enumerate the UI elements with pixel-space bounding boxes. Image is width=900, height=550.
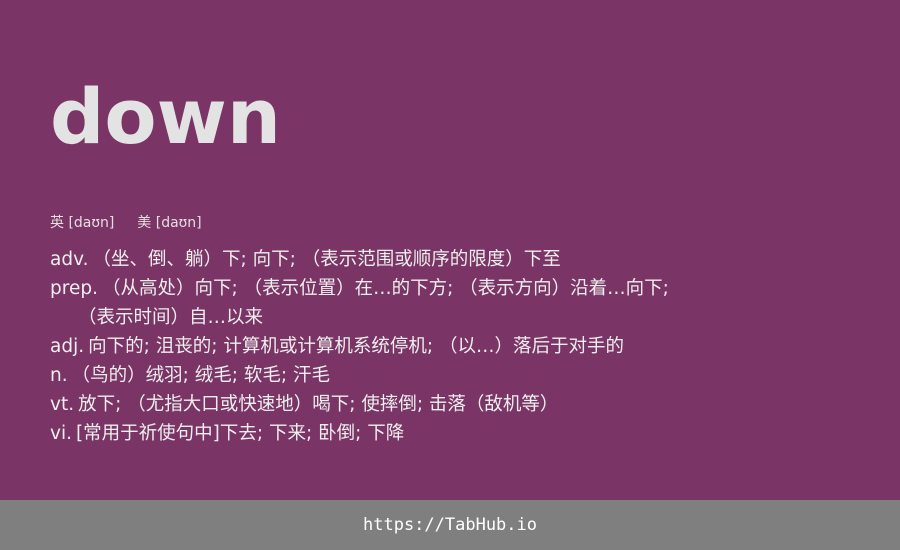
definition-text: （坐、倒、躺）下; 向下; （表示范围或顺序的限度）下至	[92, 249, 561, 270]
definition-item: vt. 放下; （尤指大口或快速地）喝下; 使摔倒; 击落（敌机等）	[50, 390, 870, 419]
uk-label: 英	[50, 215, 64, 231]
phonetics: 英 [daʊn] 美 [daʊn]	[50, 212, 202, 234]
us-ipa: [daʊn]	[155, 215, 202, 231]
definition-item: vi. [常用于祈使句中]下去; 下来; 卧倒; 下降	[50, 419, 870, 448]
part-of-speech: adv.	[50, 249, 89, 270]
part-of-speech: vi.	[50, 423, 72, 444]
uk-ipa: [daʊn]	[68, 215, 115, 231]
definition-item: prep. （从高处）向下; （表示位置）在…的下方; （表示方向）沿着…向下;	[50, 274, 870, 303]
definition-item: n. （鸟的）绒羽; 绒毛; 软毛; 汗毛	[50, 361, 870, 390]
headword: down	[50, 72, 281, 161]
definition-text: （表示时间）自…以来	[78, 307, 264, 328]
part-of-speech: adj.	[50, 336, 85, 357]
us-label: 美	[137, 215, 152, 231]
definition-text: （从高处）向下; （表示位置）在…的下方; （表示方向）沿着…向下;	[101, 278, 669, 299]
definition-text: [常用于祈使句中]下去; 下来; 卧倒; 下降	[75, 423, 405, 444]
tabhub-link[interactable]: https://TabHub.io	[363, 515, 537, 535]
definition-list: adv. （坐、倒、躺）下; 向下; （表示范围或顺序的限度）下至 prep. （从…	[50, 245, 870, 448]
definition-text: （鸟的）绒羽; 绒毛; 软毛; 汗毛	[71, 365, 330, 386]
part-of-speech: prep.	[50, 278, 98, 299]
definition-text: 放下; （尤指大口或快速地）喝下; 使摔倒; 击落（敌机等）	[78, 394, 559, 415]
definition-item: adj. 向下的; 沮丧的; 计算机或计算机系统停机; （以…）落后于对手的	[50, 332, 870, 361]
word-card: down 英 [daʊn] 美 [daʊn] adv. （坐、倒、躺）下; 向下;…	[0, 0, 900, 500]
definition-item: adv. （坐、倒、躺）下; 向下; （表示范围或顺序的限度）下至	[50, 245, 870, 274]
definition-text: 向下的; 沮丧的; 计算机或计算机系统停机; （以…）落后于对手的	[88, 336, 624, 357]
definition-item-continued: （表示时间）自…以来	[50, 303, 870, 332]
part-of-speech: vt.	[50, 394, 75, 415]
part-of-speech: n.	[50, 365, 68, 386]
footer-bar: https://TabHub.io	[0, 500, 900, 550]
